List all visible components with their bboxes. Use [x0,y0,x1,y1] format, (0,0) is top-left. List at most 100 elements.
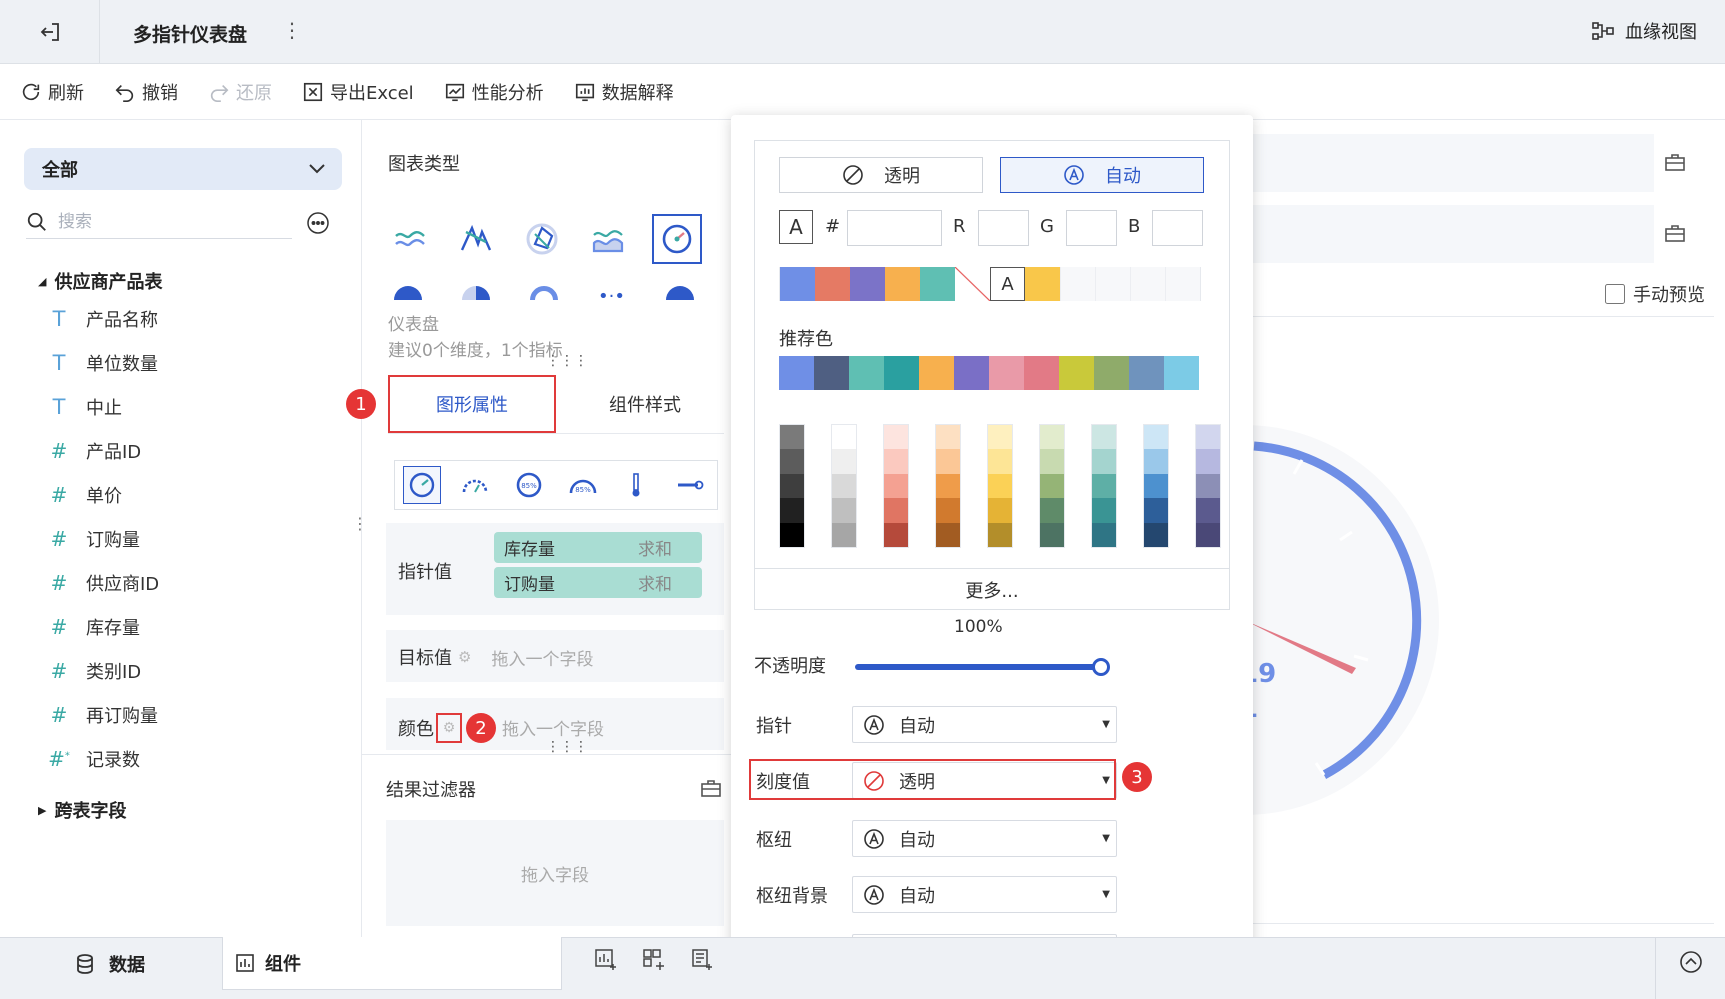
manual-preview-checkbox[interactable] [1605,284,1625,304]
shade-swatch[interactable] [1092,473,1116,499]
chart-type-radar[interactable] [520,217,564,261]
shade-swatch[interactable] [884,449,908,474]
shade-swatch[interactable] [1196,498,1220,523]
shade-swatch[interactable] [884,425,908,450]
recommended-swatch[interactable] [1024,356,1059,390]
r-input[interactable] [978,210,1029,246]
scope-select[interactable]: 全部 [24,148,342,190]
gauge-style-arc-percent[interactable]: 85% [564,466,602,504]
shade-swatch[interactable] [988,473,1012,499]
shade-swatch[interactable] [780,473,804,499]
field-item[interactable]: # 库存量 [48,614,140,640]
shade-swatch[interactable] [780,425,804,450]
gauge-style-half[interactable] [456,466,494,504]
field-item[interactable]: # 再订购量 [48,702,158,728]
gear-icon[interactable]: ⚙ [436,713,462,743]
shade-swatch[interactable] [1040,425,1064,450]
shade-swatch[interactable] [988,425,1012,450]
recommended-swatch[interactable] [849,356,884,390]
export-excel-button[interactable]: 导出Excel [302,79,414,105]
color-prop-select[interactable]: 自动 ▼ [852,706,1117,743]
toolbox-button-2[interactable] [1664,223,1686,243]
refresh-button[interactable]: 刷新 [20,79,84,105]
opacity-slider-thumb[interactable] [1092,658,1110,676]
redo-button[interactable]: 还原 [208,79,272,105]
recommended-swatch[interactable] [954,356,989,390]
shade-swatch[interactable] [1196,473,1220,499]
field-item[interactable]: # 类别ID [48,658,142,684]
shade-swatch[interactable] [936,425,960,450]
opacity-slider[interactable] [855,664,1103,670]
empty-swatch[interactable] [1130,267,1165,301]
chart-type-ring[interactable] [530,286,558,300]
transparent-button[interactable]: 透明 [779,157,983,193]
g-input[interactable] [1066,210,1117,246]
resize-handle-horizontal[interactable]: ⋮⋮⋮ [546,354,588,368]
auto-color-swatch[interactable]: A [990,267,1025,301]
recommended-swatch[interactable] [1129,356,1164,390]
field-item[interactable]: # 产品ID [48,438,142,464]
gauge-style-test-tube[interactable] [617,466,655,504]
color-swatch[interactable] [850,267,885,301]
shade-swatch[interactable] [936,522,960,547]
shade-swatch[interactable] [884,498,908,523]
recommended-swatch[interactable] [884,356,919,390]
shade-swatch[interactable] [780,498,804,523]
gauge-style-slider[interactable] [671,466,709,504]
shade-swatch[interactable] [988,522,1012,547]
title-more-menu[interactable]: ⋮ [282,18,302,42]
shade-swatch[interactable] [832,522,856,547]
add-grid-icon[interactable] [642,948,666,972]
tab-shape-properties[interactable]: 图形属性 [388,375,556,433]
shade-swatch[interactable] [1040,522,1064,547]
chart-type-line[interactable] [388,217,432,261]
tree-group-supplier-products[interactable]: ◢ 供应商产品表 [38,268,162,294]
shade-swatch[interactable] [1196,522,1220,547]
shade-swatch[interactable] [1092,425,1116,450]
chart-type-area[interactable] [586,217,630,261]
hex-input[interactable] [847,210,942,246]
shade-swatch[interactable] [832,498,856,523]
gauge-style-pointer[interactable] [402,466,441,504]
lineage-view-button[interactable]: 血缘视图 [1591,18,1697,44]
more-options-button[interactable] [306,211,330,235]
shade-swatch[interactable] [1144,522,1168,547]
shade-swatch[interactable] [1092,449,1116,474]
shade-swatch[interactable] [832,449,856,474]
color-swatch[interactable] [920,267,955,301]
search-input[interactable] [58,211,258,232]
recommended-swatch[interactable] [1164,356,1199,390]
add-chart-icon[interactable] [594,948,618,972]
shade-swatch[interactable] [936,473,960,499]
shade-swatch[interactable] [936,498,960,523]
back-button[interactable] [0,0,100,64]
empty-swatch[interactable] [1095,267,1130,301]
tab-component[interactable]: 组件 [222,937,562,990]
field-item[interactable]: # 供应商ID [48,570,160,596]
field-chip[interactable]: 库存量 求和 [494,532,702,563]
b-input[interactable] [1152,210,1203,246]
filter-settings-button[interactable] [700,778,722,798]
color-swatch[interactable] [815,267,850,301]
recommended-swatch[interactable] [779,356,814,390]
field-item[interactable]: #* 记录数 [48,746,140,772]
recommended-swatch[interactable] [989,356,1024,390]
shade-swatch[interactable] [1196,425,1220,450]
shade-swatch[interactable] [1040,498,1064,523]
field-item[interactable]: # 单价 [48,482,122,508]
color-swatch[interactable] [885,267,920,301]
chart-type-gauge[interactable] [652,214,702,264]
color-swatch[interactable] [780,267,815,301]
shade-swatch[interactable] [936,449,960,474]
resize-handle-horizontal[interactable]: ⋮⋮⋮ [546,740,588,754]
performance-button[interactable]: 性能分析 [444,79,544,105]
chart-type-radar-line[interactable] [454,217,498,261]
shade-swatch[interactable] [832,473,856,499]
gauge-style-ring-percent[interactable]: 85% [510,466,548,504]
empty-swatch[interactable] [1165,267,1200,301]
shade-swatch[interactable] [832,425,856,450]
shade-swatch[interactable] [1040,473,1064,499]
tab-data[interactable]: 数据 [0,937,220,990]
recommended-swatch[interactable] [1094,356,1129,390]
auto-button[interactable]: 自动 [1000,157,1204,193]
